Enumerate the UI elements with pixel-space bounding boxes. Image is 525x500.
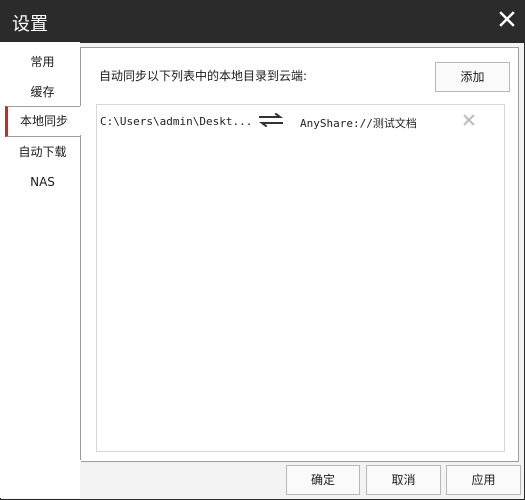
- sidebar-item-local-sync[interactable]: 本地同步: [5, 106, 80, 137]
- sync-list[interactable]: C:\Users\admin\Deskt... AnyShare://测试文档: [96, 104, 505, 452]
- cancel-button[interactable]: 取消: [366, 465, 441, 495]
- sidebar-item-general[interactable]: 常用: [5, 48, 80, 77]
- ok-button[interactable]: 确定: [286, 465, 360, 495]
- sidebar-item-nas[interactable]: NAS: [5, 168, 80, 197]
- sidebar-item-auto-download[interactable]: 自动下载: [5, 138, 80, 167]
- apply-button[interactable]: 应用: [446, 465, 521, 495]
- sidebar-item-cache[interactable]: 缓存: [5, 78, 80, 107]
- sync-arrows-icon: [258, 112, 284, 128]
- remove-icon[interactable]: [462, 113, 476, 127]
- sync-description: 自动同步以下列表中的本地目录到云端:: [99, 69, 308, 83]
- window-title: 设置: [12, 14, 48, 35]
- local-path: C:\Users\admin\Deskt...: [100, 115, 253, 128]
- active-tab-gap: [80, 106, 81, 135]
- title-bar: 设置: [1, 1, 524, 43]
- close-icon[interactable]: [498, 10, 516, 28]
- list-item[interactable]: C:\Users\admin\Deskt... AnyShare://测试文档: [97, 105, 504, 139]
- add-button[interactable]: 添加: [435, 62, 510, 92]
- cloud-path: AnyShare://测试文档: [300, 117, 417, 130]
- settings-sidebar: 常用 缓存 本地同步 自动下载 NAS: [0, 42, 80, 498]
